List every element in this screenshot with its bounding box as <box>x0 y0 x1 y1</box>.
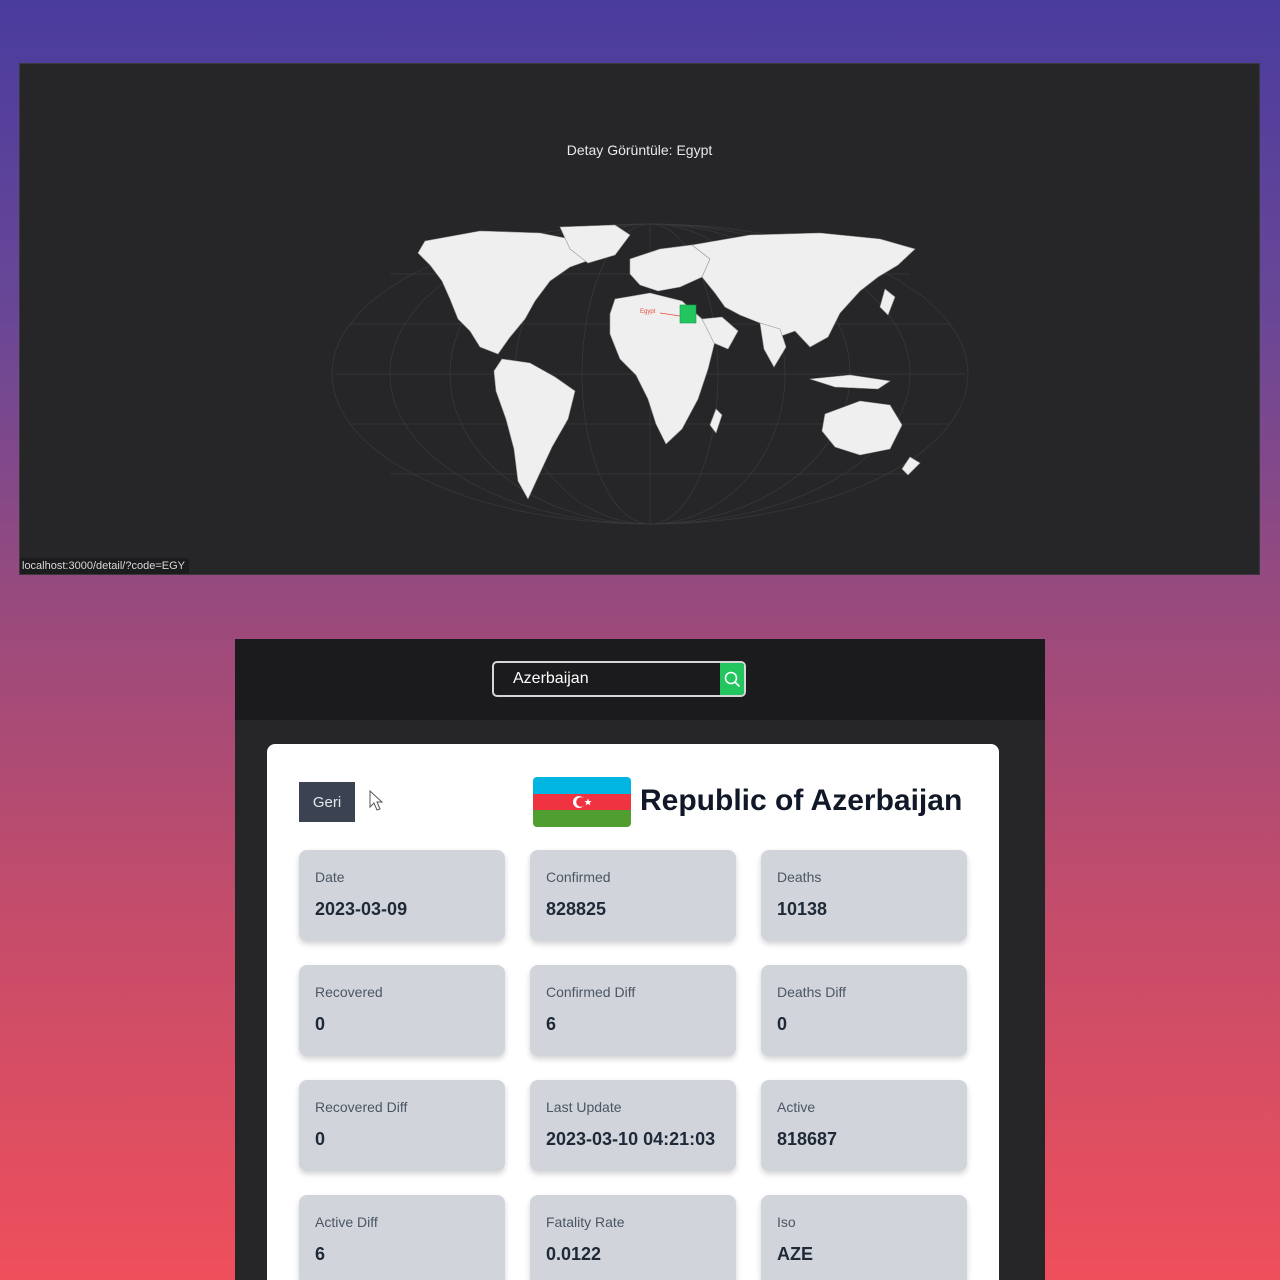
new-zealand <box>901 456 921 476</box>
country-detail-card: Geri Republic of Azerbaijan Date 2023-03… <box>267 744 999 1280</box>
back-button[interactable]: Geri <box>299 782 355 822</box>
stat-label: Confirmed <box>546 869 611 885</box>
stat-value: 6 <box>315 1244 326 1264</box>
africa <box>609 292 716 445</box>
stat-value: 2023-03-10 04:21:03 <box>546 1129 716 1149</box>
stat-label: Confirmed Diff <box>546 984 636 1000</box>
stat-card-deaths: Deaths 10138 <box>761 850 967 941</box>
stat-label: Active <box>777 1099 816 1115</box>
app-window: Geri Republic of Azerbaijan Date 2023-03… <box>235 639 1045 1280</box>
search-icon <box>724 671 740 687</box>
stats-grid: Date 2023-03-09 Confirmed 828825 Deaths … <box>299 850 967 1280</box>
stat-card-date: Date 2023-03-09 <box>299 850 505 941</box>
mouse-cursor-icon <box>369 790 384 811</box>
search-input[interactable] <box>494 663 720 695</box>
stat-label: Date <box>315 869 345 885</box>
stat-label: Iso <box>777 1214 796 1230</box>
stat-label: Deaths Diff <box>777 984 846 1000</box>
map-panel: Detay Görüntüle: Egypt Egypt localhost:3… <box>19 63 1260 575</box>
stat-value: 6 <box>546 1014 557 1034</box>
stat-card-deaths-diff: Deaths Diff 0 <box>761 965 967 1056</box>
status-bar-url: localhost:3000/detail/?code=EGY <box>20 558 189 574</box>
stat-value: 828825 <box>546 899 607 919</box>
europe <box>629 244 711 292</box>
azerbaijan-flag <box>533 777 631 827</box>
stat-label: Last Update <box>546 1099 622 1115</box>
stat-card-iso: Iso AZE <box>761 1195 967 1280</box>
australia <box>821 400 903 456</box>
madagascar <box>709 408 723 434</box>
map-land <box>417 224 921 500</box>
stat-card-confirmed: Confirmed 828825 <box>530 850 736 941</box>
indonesia <box>809 374 891 390</box>
world-map[interactable]: Egypt <box>330 219 970 539</box>
app-header <box>235 639 1045 720</box>
stat-label: Recovered <box>315 984 383 1000</box>
stat-card-last-update: Last Update 2023-03-10 04:21:03 <box>530 1080 736 1171</box>
stat-value: 0.0122 <box>546 1244 602 1264</box>
stat-value: 0 <box>315 1014 326 1034</box>
stat-card-recovered-diff: Recovered Diff 0 <box>299 1080 505 1171</box>
egypt-highlight[interactable] <box>679 304 697 324</box>
country-name: Republic of Azerbaijan <box>640 784 963 817</box>
stat-label: Active Diff <box>315 1214 378 1230</box>
stat-value: 10138 <box>777 899 828 919</box>
egypt-label: Egypt <box>640 309 656 315</box>
stat-label: Recovered Diff <box>315 1099 408 1115</box>
stat-value: 0 <box>315 1129 326 1149</box>
map-title: Detay Görüntüle: Egypt <box>566 142 713 158</box>
stat-value: AZE <box>777 1244 813 1264</box>
stat-label: Fatality Rate <box>546 1214 625 1230</box>
stat-label: Deaths <box>777 869 822 885</box>
stat-value: 2023-03-09 <box>315 899 408 919</box>
stat-card-recovered: Recovered 0 <box>299 965 505 1056</box>
japan <box>879 288 896 316</box>
stat-card-fatality-rate: Fatality Rate 0.0122 <box>530 1195 736 1280</box>
stat-card-confirmed-diff: Confirmed Diff 6 <box>530 965 736 1056</box>
stat-value: 0 <box>777 1014 788 1034</box>
stat-card-active-diff: Active Diff 6 <box>299 1195 505 1280</box>
search-button[interactable] <box>720 663 744 695</box>
stat-card-active: Active 818687 <box>761 1080 967 1171</box>
stat-value: 818687 <box>777 1129 838 1149</box>
search-bar <box>492 661 746 697</box>
